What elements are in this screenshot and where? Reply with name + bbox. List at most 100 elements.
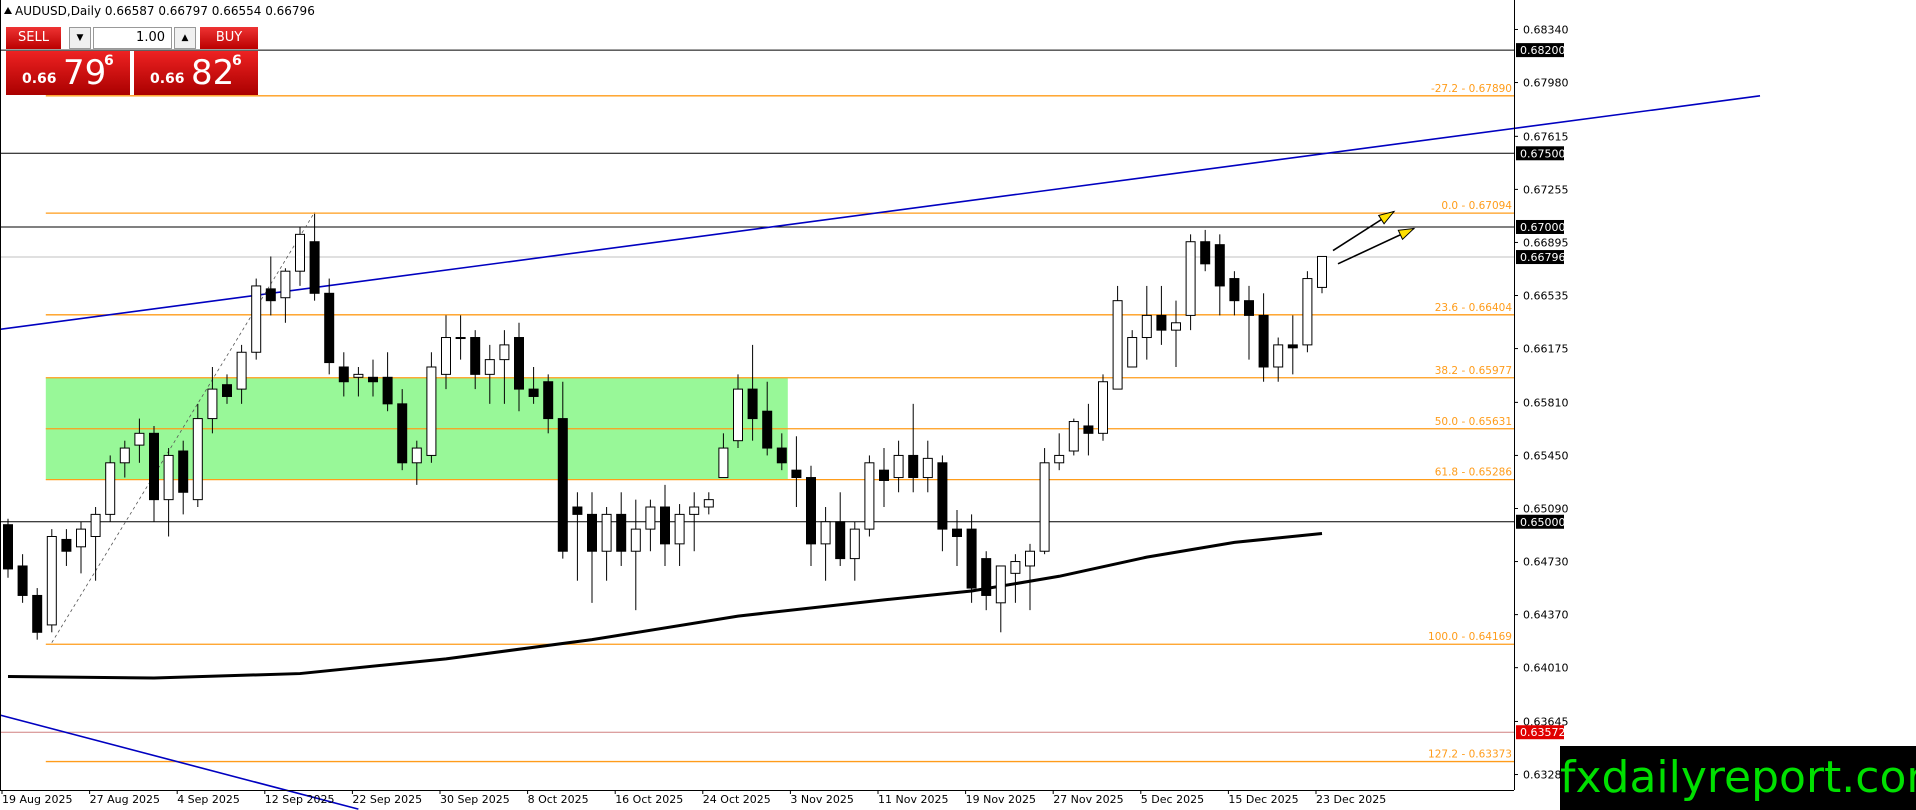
bear-candle: [557, 418, 568, 552]
bull-candle: [1025, 550, 1035, 567]
brand-watermark: fxdailyreport.com: [1560, 746, 1916, 810]
bull-candle: [601, 513, 612, 552]
chart-header: AUDUSD,Daily 0.66587 0.66797 0.66554 0.6…: [4, 4, 315, 18]
price-tag-label: 0.67000: [1520, 221, 1566, 234]
fib-label: 100.0 - 0.64169: [1428, 631, 1512, 643]
bull-candle: [1273, 344, 1284, 368]
bear-candle: [776, 447, 787, 464]
bull-candle: [630, 528, 641, 552]
bull-candle: [105, 462, 116, 515]
bear-candle: [1200, 241, 1211, 265]
bull-candle: [1317, 255, 1327, 288]
y-tick-label: 0.67255: [1523, 183, 1569, 196]
bull-candle: [119, 447, 130, 464]
bear-candle: [368, 376, 378, 383]
bull-candle: [1010, 561, 1021, 574]
y-tick-label: 0.64010: [1523, 662, 1569, 675]
bear-candle: [397, 403, 408, 464]
bear-candle: [1156, 314, 1167, 331]
price-chart: -27.2 - 0.67890 0.0 - 0.67094 23.6 - 0.664…: [0, 0, 1761, 810]
bull-candle: [207, 388, 218, 420]
bull-candle: [236, 351, 247, 390]
price-tag-label: 0.63572: [1520, 726, 1566, 739]
bull-candle: [455, 337, 466, 340]
triangle-icon: [4, 7, 12, 14]
bull-candle: [995, 565, 1006, 604]
bear-candle: [572, 506, 583, 515]
y-tick-label: 0.67980: [1523, 77, 1569, 90]
bear-candle: [17, 565, 28, 596]
x-tick-label: 5 Dec 2025: [1141, 793, 1204, 806]
bull-candle: [1054, 454, 1065, 464]
bull-candle: [1302, 278, 1313, 346]
bull-candle: [163, 454, 174, 501]
bull-candle: [1185, 241, 1196, 316]
bull-candle: [1112, 300, 1123, 390]
y-tick-label: 0.66535: [1523, 290, 1569, 303]
y-tick-label: 0.67615: [1523, 130, 1569, 143]
y-tick-label: 0.66175: [1523, 343, 1569, 356]
fib-label: 127.2 - 0.63373: [1428, 749, 1512, 761]
y-tick-label: 0.65810: [1523, 396, 1569, 409]
bear-candle: [338, 366, 349, 383]
bull-candle: [499, 344, 510, 361]
buy-button[interactable]: BUY: [200, 27, 258, 49]
bear-candle: [791, 469, 802, 479]
bear-candle: [762, 410, 773, 449]
bull-candle: [849, 528, 860, 560]
bull-candle: [426, 366, 437, 456]
bear-candle: [32, 594, 43, 633]
buy-quote-prefix: 0.66: [150, 71, 185, 87]
lot-up-arrow-icon[interactable]: ▲: [174, 27, 196, 49]
y-tick-label: 0.65090: [1523, 502, 1569, 515]
lot-size-input[interactable]: 1.00: [93, 27, 172, 49]
y-tick-label: 0.65450: [1523, 449, 1569, 462]
y-tick-label: 0.64730: [1523, 556, 1569, 569]
bear-candle: [178, 450, 189, 493]
bear-candle: [1214, 244, 1225, 287]
bull-candle: [76, 528, 86, 548]
ohlc-values: 0.66587 0.66797 0.66554 0.66796: [104, 4, 315, 18]
bear-candle: [1083, 425, 1094, 434]
bull-candle: [251, 285, 262, 353]
bear-candle: [149, 432, 159, 501]
sell-button[interactable]: SELL: [6, 27, 61, 49]
lot-down-arrow-icon[interactable]: ▼: [69, 27, 91, 49]
x-tick-label: 30 Sep 2025: [440, 793, 510, 806]
price-tag-label: 0.67500: [1520, 147, 1566, 160]
bear-candle: [616, 513, 627, 552]
y-tick-label: 0.68340: [1523, 23, 1569, 36]
bear-candle: [61, 538, 72, 552]
fib-label: 61.8 - 0.65286: [1435, 467, 1513, 479]
buy-quote-pip: 6: [232, 53, 242, 69]
bear-candle: [747, 388, 758, 420]
bear-candle: [1258, 314, 1269, 368]
x-tick-label: 19 Aug 2025: [2, 793, 72, 806]
bull-candle: [1127, 337, 1138, 368]
bull-candle: [1141, 314, 1152, 339]
bear-candle: [324, 292, 335, 364]
sell-quote-main: 79: [63, 53, 107, 93]
bull-candle: [1098, 381, 1108, 434]
bear-candle: [806, 477, 816, 545]
fib-label: 23.6 - 0.66404: [1435, 302, 1513, 314]
bull-candle: [280, 270, 291, 299]
bull-candle: [295, 233, 305, 272]
buy-quote-main: 82: [191, 53, 235, 93]
bear-candle: [937, 462, 948, 530]
x-tick-label: 3 Nov 2025: [790, 793, 853, 806]
bull-candle: [703, 499, 714, 508]
fib-label: -27.2 - 0.67890: [1431, 83, 1512, 95]
sell-quote[interactable]: 0.66 79 6: [6, 51, 130, 95]
bear-candle: [879, 469, 889, 481]
bear-candle: [981, 558, 992, 596]
bull-candle: [411, 447, 422, 464]
bull-candle: [922, 457, 933, 479]
bull-candle: [733, 388, 743, 442]
bear-candle: [587, 513, 597, 552]
bear-candle: [966, 528, 977, 589]
bear-candle: [1244, 300, 1254, 316]
bull-candle: [441, 337, 451, 375]
bull-candle: [820, 521, 831, 545]
buy-quote[interactable]: 0.66 82 6: [134, 51, 258, 95]
